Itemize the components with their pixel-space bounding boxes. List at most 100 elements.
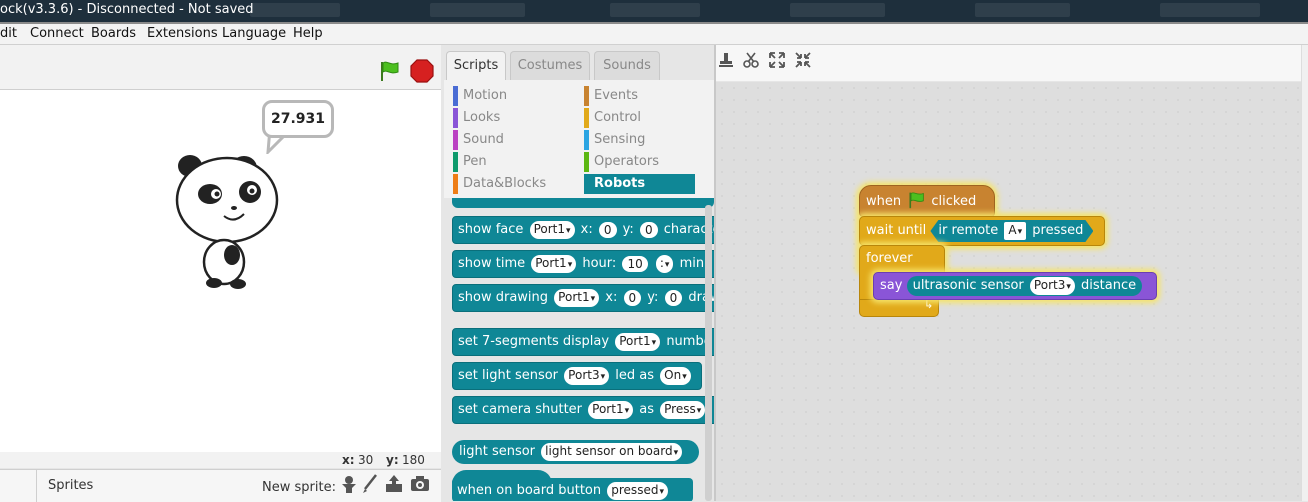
ultrasonic-reporter[interactable]: ultrasonic sensor Port3 distance	[906, 276, 1143, 296]
menu-connect[interactable]: Connect	[30, 26, 84, 41]
block-text: x:	[605, 290, 618, 305]
menu-help[interactable]: Help	[293, 26, 323, 41]
block-text: when	[866, 194, 902, 209]
shrink-icon[interactable]	[795, 52, 811, 68]
block-when-flag-clicked[interactable]: when clicked	[859, 185, 995, 217]
menu-bar: dit Connect Boards Extensions Language H…	[0, 24, 1308, 45]
block-when-board-button[interactable]: when on board button pressed	[452, 478, 693, 501]
state-dropdown[interactable]: On	[660, 366, 691, 385]
block-set-light-sensor[interactable]: set light sensor Port3 led as On	[452, 362, 702, 390]
sprites-divider	[36, 470, 37, 502]
robots-swatch	[584, 174, 589, 194]
y-label: y:	[386, 453, 399, 467]
x-label: x:	[342, 453, 355, 467]
category-pen[interactable]: Pen	[453, 152, 573, 172]
button-dropdown[interactable]: pressed	[607, 481, 668, 500]
palette-scrollbar[interactable]	[705, 205, 712, 501]
blocks-palette: show face Port1 x: 0 y: 0 characte show …	[444, 198, 714, 501]
block-show-face[interactable]: show face Port1 x: 0 y: 0 characte	[452, 216, 714, 244]
y-value: 180	[402, 453, 425, 467]
block-text: x:	[580, 222, 593, 237]
x-input[interactable]: 0	[598, 221, 617, 238]
category-motion[interactable]: Motion	[453, 86, 573, 106]
upload-sprite-icon[interactable]	[384, 474, 404, 494]
category-label: Control	[594, 110, 641, 125]
port-dropdown[interactable]: Port1	[554, 288, 600, 307]
category-events[interactable]: Events	[584, 86, 694, 106]
category-looks[interactable]: Looks	[453, 108, 573, 128]
script-scrollbar[interactable]	[1301, 45, 1308, 501]
delete-scissors-icon[interactable]	[743, 52, 759, 68]
category-control[interactable]: Control	[584, 108, 694, 128]
x-input[interactable]: 0	[623, 289, 642, 306]
hour-input[interactable]: 10	[622, 255, 648, 272]
port-dropdown[interactable]: Port3	[1029, 276, 1075, 295]
state-dropdown[interactable]: Press	[660, 400, 706, 419]
block-text: set light sensor	[458, 368, 559, 383]
port-dropdown[interactable]: Port1	[529, 220, 575, 239]
category-robots[interactable]: Robots	[584, 174, 695, 194]
block-text: led as	[615, 368, 655, 383]
block-text: pressed	[1032, 223, 1084, 238]
camera-sprite-icon[interactable]	[410, 475, 430, 493]
paint-sprite-icon[interactable]	[362, 474, 378, 494]
tab-costumes[interactable]: Costumes	[510, 51, 590, 80]
window-title: ock(v3.3.6) - Disconnected - Not saved	[0, 2, 254, 17]
block-text: light sensor	[459, 444, 536, 459]
y-input[interactable]: 0	[664, 289, 683, 306]
block-set-7-segments[interactable]: set 7-segments display Port1 numbe	[452, 328, 714, 356]
tab-sounds[interactable]: Sounds	[594, 51, 660, 80]
background-window-tab	[610, 3, 700, 17]
sensing-swatch	[584, 130, 589, 150]
block-say[interactable]: say ultrasonic sensor Port3 distance	[873, 272, 1157, 300]
clipped-block[interactable]	[452, 198, 714, 208]
port-dropdown[interactable]: Port3	[564, 366, 610, 385]
block-light-sensor-reporter[interactable]: light sensor light sensor on board	[452, 440, 699, 464]
panda-sprite[interactable]	[172, 152, 280, 292]
block-text: show drawing	[458, 290, 549, 305]
pen-swatch	[453, 152, 458, 172]
menu-edit[interactable]: dit	[0, 26, 17, 41]
port-dropdown[interactable]: Port1	[588, 400, 634, 419]
sensor-dropdown[interactable]: light sensor on board	[541, 442, 683, 461]
sound-swatch	[453, 130, 458, 150]
operators-swatch	[584, 152, 589, 172]
stage-canvas[interactable]	[0, 90, 441, 452]
choose-sprite-library-icon[interactable]	[340, 474, 358, 494]
block-show-time[interactable]: show time Port1 hour: 10 : min:	[452, 250, 714, 278]
script-toolbar	[716, 45, 1308, 81]
background-window-tab	[430, 3, 525, 17]
block-wait-until[interactable]: wait until ir remote A pressed	[859, 216, 1105, 246]
background-window-tab	[790, 3, 885, 17]
key-dropdown[interactable]: A	[1004, 222, 1026, 240]
block-show-drawing[interactable]: show drawing Port1 x: 0 y: 0 draw	[452, 284, 714, 312]
category-sound[interactable]: Sound	[453, 130, 573, 150]
y-input[interactable]: 0	[639, 221, 658, 238]
port-dropdown[interactable]: Port1	[531, 254, 577, 273]
tab-scripts[interactable]: Scripts	[446, 51, 506, 82]
menu-extensions[interactable]: Extensions	[147, 26, 218, 41]
separator-dropdown[interactable]: :	[655, 254, 674, 273]
motion-swatch	[453, 86, 458, 106]
block-text: set camera shutter	[458, 402, 583, 417]
menu-language[interactable]: Language	[222, 26, 286, 41]
menu-boards[interactable]: Boards	[91, 26, 136, 41]
sprites-bar: Sprites New sprite:	[0, 469, 441, 502]
category-label: Data&Blocks	[463, 176, 547, 191]
ir-remote-boolean[interactable]: ir remote A pressed	[930, 220, 1093, 242]
block-text: forever	[866, 251, 913, 266]
green-flag-icon[interactable]	[378, 60, 400, 82]
new-sprite-label: New sprite:	[262, 480, 336, 495]
data-swatch	[453, 174, 458, 194]
category-operators[interactable]: Operators	[584, 152, 694, 172]
events-swatch	[584, 86, 589, 106]
category-data-blocks[interactable]: Data&Blocks	[453, 174, 573, 194]
duplicate-stamp-icon[interactable]	[718, 52, 734, 68]
block-text: say	[880, 278, 903, 293]
port-dropdown[interactable]: Port1	[615, 332, 661, 351]
stop-sign-icon[interactable]	[410, 59, 434, 83]
grow-icon[interactable]	[769, 52, 785, 68]
background-window-tab	[1160, 3, 1260, 17]
block-set-camera-shutter[interactable]: set camera shutter Port1 as Press	[452, 396, 714, 424]
category-sensing[interactable]: Sensing	[584, 130, 694, 150]
